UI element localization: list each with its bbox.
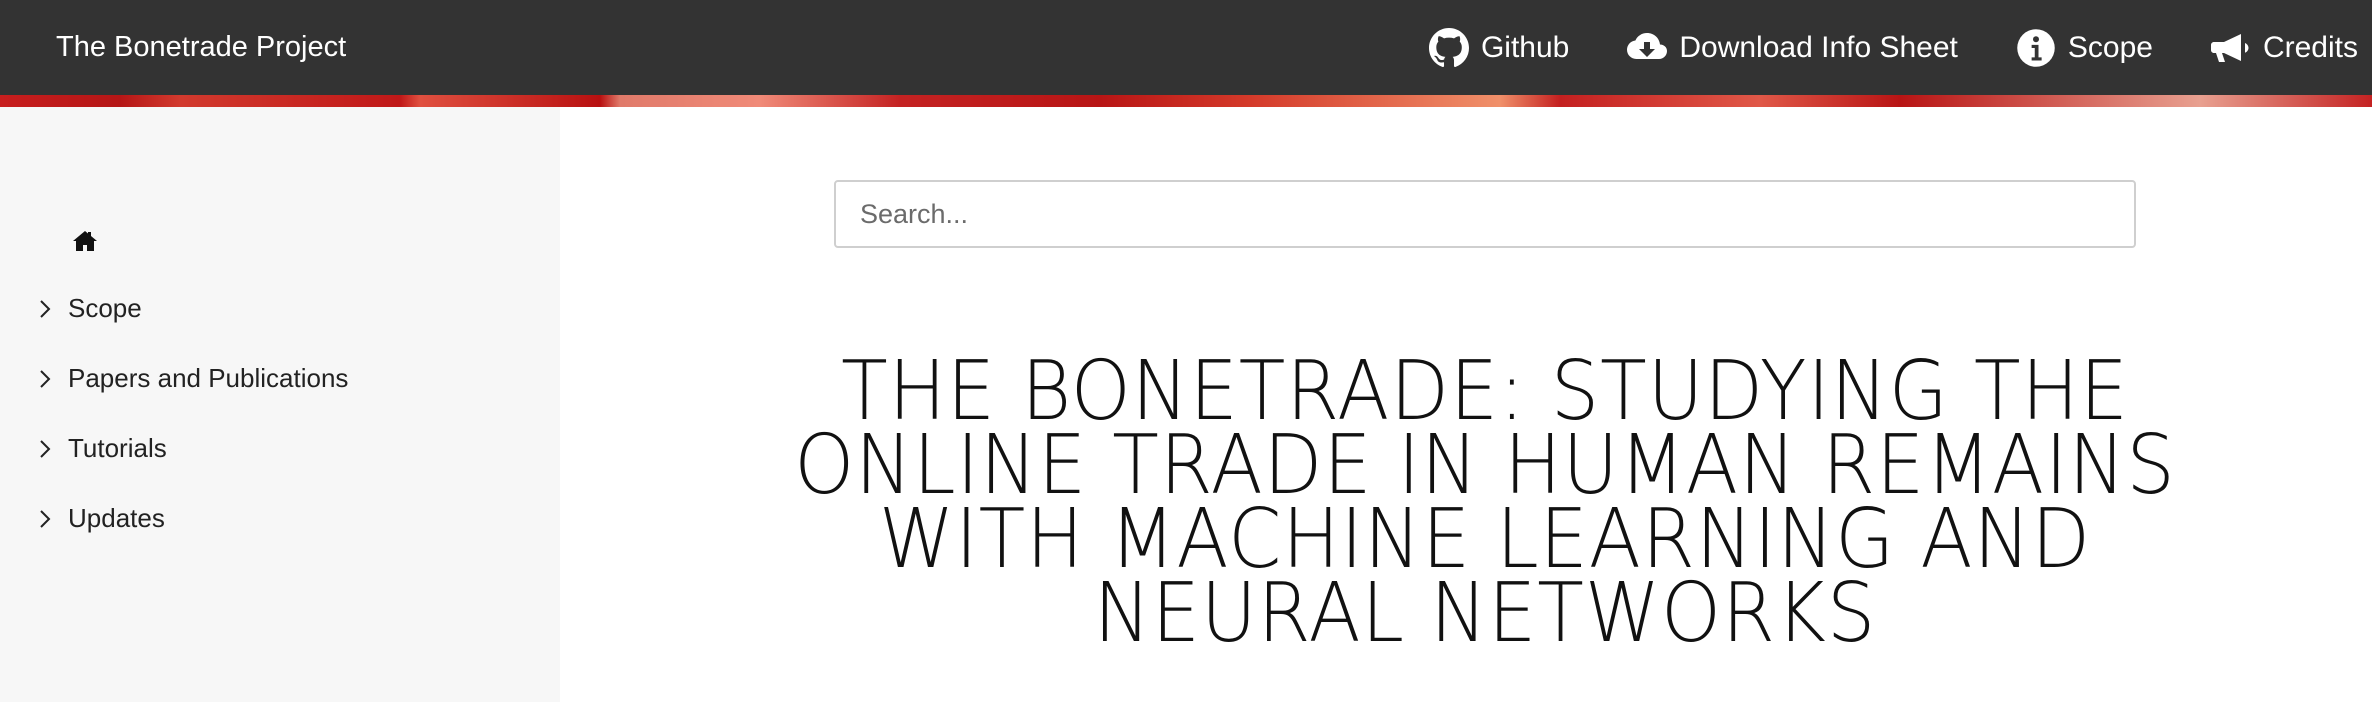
nav-link-label: Credits — [2262, 30, 2358, 64]
sidebar-item-label: Scope — [68, 293, 142, 323]
chevron-right-icon — [38, 366, 58, 392]
page-title: THE BONETRADE: STUDYING THE ONLINE TRADE… — [794, 344, 2176, 661]
sidebar-item-scope[interactable]: Scope — [38, 293, 142, 324]
cloud-download-icon — [1627, 32, 1668, 59]
home-icon[interactable] — [72, 229, 98, 253]
chevron-right-icon — [38, 436, 58, 462]
chevron-right-icon — [38, 506, 58, 532]
megaphone-icon — [2210, 33, 2249, 62]
sidebar: Scope Papers and Publications Tutorials … — [0, 107, 560, 702]
nav-link-label: Scope — [2067, 30, 2153, 64]
search-input[interactable] — [834, 180, 2136, 248]
nav-link-credits[interactable]: Credits — [2210, 28, 2358, 68]
nav-link-label: Download Info Sheet — [1679, 30, 1958, 64]
github-icon — [1428, 27, 1469, 67]
sidebar-item-label: Papers and Publications — [68, 363, 349, 393]
nav-links: Github Download Info Sheet Scope Credits — [1371, 0, 2358, 95]
nav-link-scope[interactable]: Scope — [2016, 28, 2153, 68]
header-banner — [0, 95, 2372, 107]
chevron-right-icon — [38, 296, 58, 322]
sidebar-item-label: Tutorials — [68, 433, 167, 463]
sidebar-item-label: Updates — [68, 503, 165, 533]
nav-link-label: Github — [1480, 30, 1570, 64]
sidebar-item-updates[interactable]: Updates — [38, 503, 165, 534]
nav-link-download-info-sheet[interactable]: Download Info Sheet — [1627, 28, 1958, 68]
info-circle-icon — [2017, 28, 2055, 67]
sidebar-item-papers-and-publications[interactable]: Papers and Publications — [38, 363, 348, 394]
top-navbar: The Bonetrade Project Github Download In… — [0, 0, 2372, 95]
sidebar-item-tutorials[interactable]: Tutorials — [38, 433, 167, 464]
brand-link[interactable]: The Bonetrade Project — [56, 0, 346, 95]
nav-link-github[interactable]: Github — [1428, 27, 1570, 68]
